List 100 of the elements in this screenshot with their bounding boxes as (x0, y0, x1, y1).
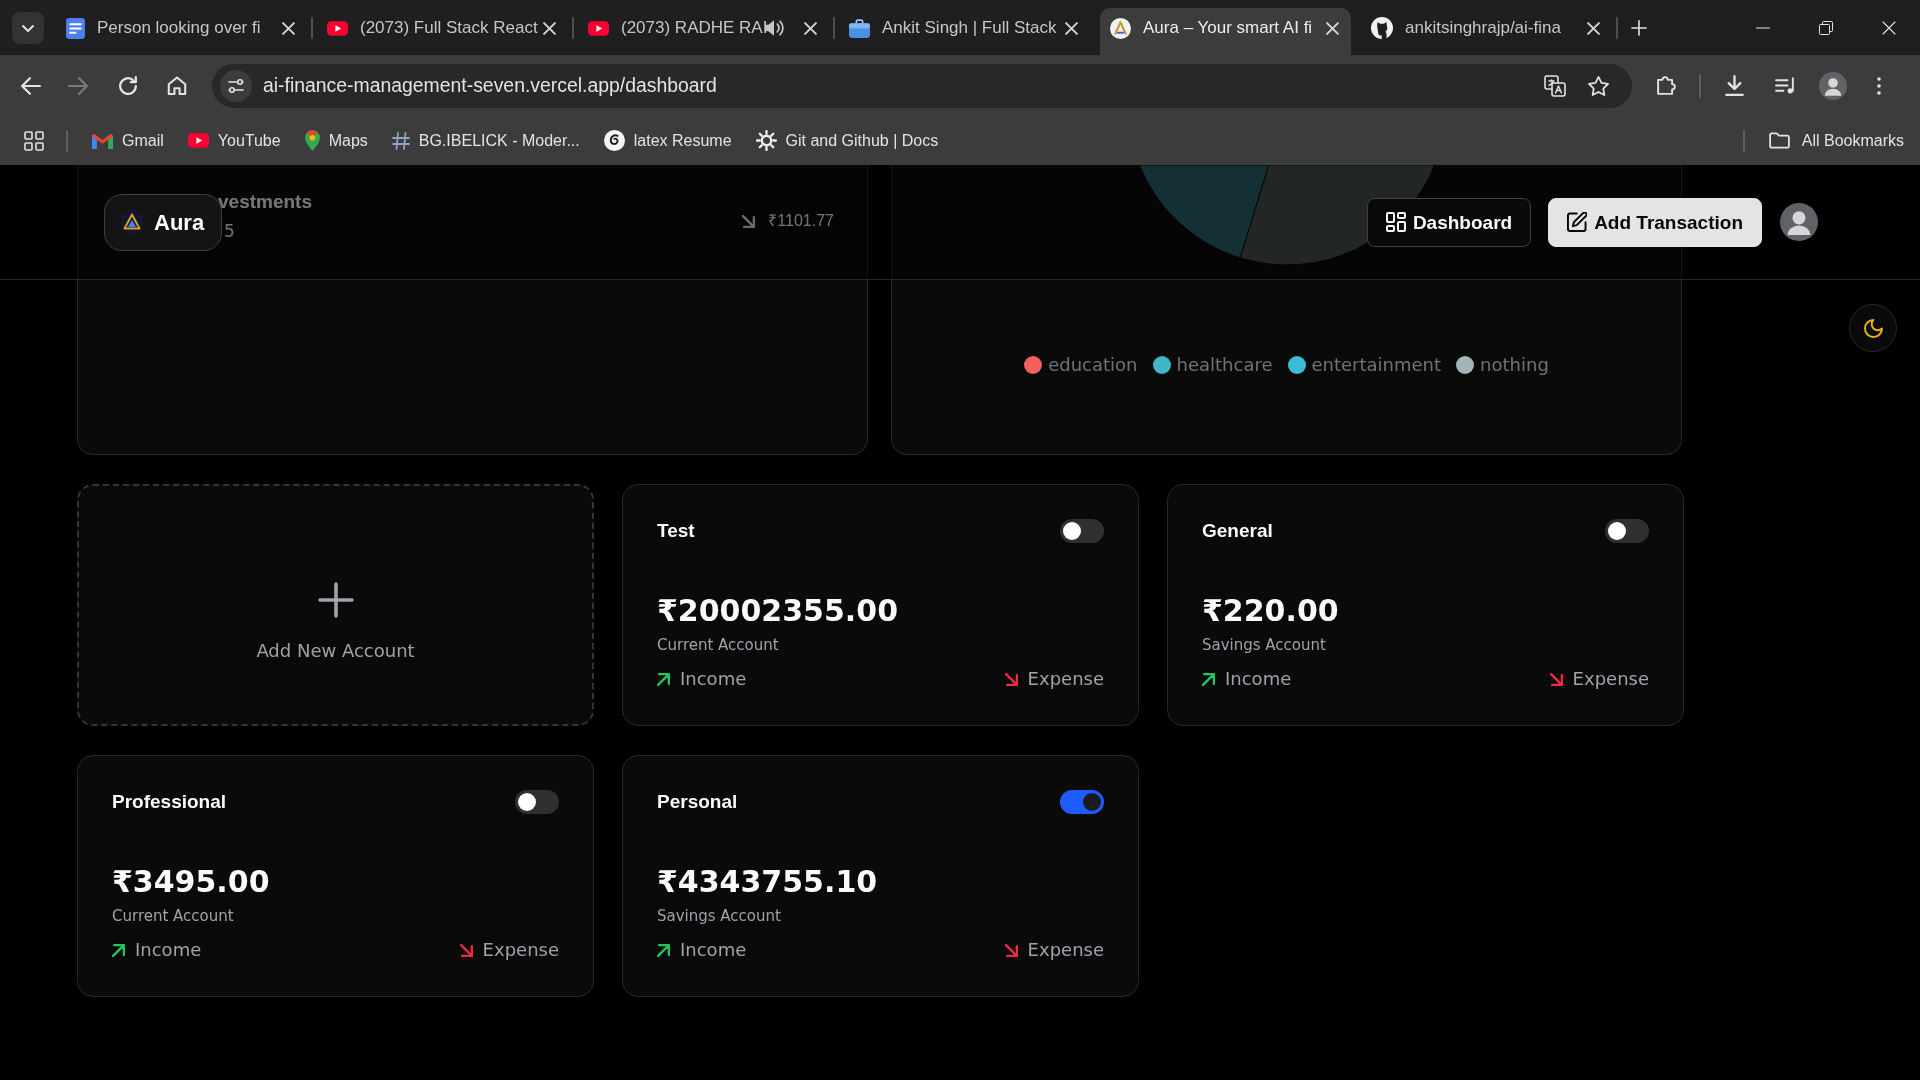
bookmark-link[interactable]: Maps (304, 128, 368, 153)
add-account-card[interactable]: Add New Account (77, 484, 594, 726)
legend-label: entertainment (1311, 353, 1442, 377)
pen-square-icon (1567, 212, 1588, 232)
toggle-switch[interactable] (1060, 790, 1104, 814)
avatar-icon[interactable] (1819, 71, 1847, 100)
address-bar[interactable]: ai-finance-management-seven.vercel.app/dashboard (212, 63, 1632, 108)
account-name: Test (657, 519, 695, 543)
income-label: Income (135, 938, 202, 962)
account-balance: ₹20002355.00 (657, 593, 899, 629)
gear-icon (755, 130, 777, 151)
avatar-icon[interactable] (1780, 203, 1818, 241)
swirl-icon (603, 130, 625, 151)
close-icon[interactable] (282, 21, 295, 35)
arrow-down-right-icon (1549, 672, 1563, 686)
new-tab-icon[interactable] (1631, 19, 1647, 36)
account-balance: ₹220.00 (1202, 593, 1340, 629)
arrow-down-right-icon (1004, 672, 1018, 686)
star-icon[interactable] (1588, 75, 1609, 96)
close-icon[interactable] (1881, 20, 1896, 35)
dashboard-button[interactable]: Dashboard (1366, 197, 1532, 247)
arrow-down-right-icon (742, 214, 756, 228)
income-label: Income (1225, 667, 1292, 691)
browser-tab[interactable]: Ankit Singh | Full Stack (839, 8, 1090, 55)
video-play-icon (327, 20, 348, 36)
hash-icon (391, 131, 410, 150)
expense-label: Expense (482, 938, 559, 962)
toggle-switch[interactable] (1605, 519, 1649, 543)
site-settings-icon[interactable] (220, 69, 252, 102)
menu-icon[interactable] (1877, 76, 1881, 95)
apps-grid-icon[interactable] (24, 130, 44, 151)
income-label: Income (680, 667, 747, 691)
bookmark-link[interactable]: latex Resume (603, 128, 732, 153)
arrow-up-right-icon (657, 943, 670, 957)
back-icon[interactable] (21, 76, 41, 95)
triangle-logo-icon (120, 210, 144, 234)
video-play-icon (187, 133, 209, 148)
folder-icon (1768, 132, 1790, 149)
download-icon[interactable] (1725, 75, 1744, 96)
puzzle-icon[interactable] (1657, 75, 1677, 96)
toggle-switch[interactable] (1060, 519, 1104, 543)
legend-label: education (1048, 353, 1138, 377)
close-icon[interactable] (1587, 21, 1600, 35)
chevron-down-icon[interactable] (12, 11, 44, 44)
income-label: Income (680, 938, 747, 962)
arrow-down-right-icon (459, 943, 473, 957)
reload-icon[interactable] (119, 76, 137, 95)
arrow-up-right-icon (1202, 672, 1215, 686)
account-type: Savings Account (657, 906, 782, 926)
bookmark-link[interactable]: YouTube (187, 128, 281, 153)
all-bookmarks-button[interactable]: All Bookmarks (1768, 128, 1904, 153)
expense-label: Expense (1572, 667, 1649, 691)
toggle-switch[interactable] (515, 790, 559, 814)
account-type: Current Account (657, 635, 780, 655)
arrow-down-right-icon (1004, 943, 1018, 957)
account-name: Personal (657, 790, 738, 814)
document-icon (66, 17, 85, 39)
account-name: General (1202, 519, 1273, 543)
account-balance: ₹4343755.10 (657, 864, 879, 900)
browser-tab[interactable]: (2073) RADHE RAI (578, 8, 829, 55)
add-transaction-button[interactable]: Add Transaction (1548, 197, 1762, 247)
briefcase-icon (849, 18, 870, 38)
legend-label: nothing (1480, 353, 1549, 377)
transaction-date: 5 (224, 220, 235, 242)
envelope-icon (92, 132, 113, 149)
home-icon[interactable] (167, 76, 187, 95)
circle-logo-icon (1110, 17, 1131, 39)
account-type: Savings Account (1202, 635, 1327, 655)
minimize-icon[interactable] (1755, 26, 1770, 29)
speaker-icon[interactable] (764, 19, 784, 37)
close-icon[interactable] (804, 21, 817, 35)
close-icon[interactable] (543, 21, 556, 35)
close-icon[interactable] (1326, 21, 1339, 35)
cat-logo-icon (1371, 17, 1393, 39)
account-type: Current Account (112, 906, 235, 926)
translate-icon[interactable] (1544, 74, 1566, 97)
account-balance: ₹3495.00 (112, 864, 271, 900)
bookmark-link[interactable]: Git and Github | Docs (755, 128, 939, 153)
bookmark-link[interactable]: BG.IBELICK - Moder... (391, 128, 580, 153)
video-play-icon (588, 20, 609, 36)
bookmark-link[interactable]: Gmail (92, 128, 164, 153)
account-name: Professional (112, 790, 227, 814)
theme-toggle-button[interactable] (1849, 304, 1897, 352)
expense-label: Expense (1027, 938, 1104, 962)
close-icon[interactable] (1065, 21, 1078, 35)
media-queue-icon[interactable] (1775, 77, 1796, 94)
transaction-amount: ₹1101.77 (768, 211, 834, 231)
expense-label: Expense (1027, 667, 1104, 691)
plus-icon (317, 582, 354, 618)
browser-tab[interactable]: Aura – Your smart AI fi (1100, 8, 1351, 55)
arrow-up-right-icon (112, 943, 125, 957)
restore-icon[interactable] (1818, 20, 1833, 35)
map-pin-icon (304, 130, 320, 151)
browser-tab[interactable]: Person looking over fi (56, 8, 307, 55)
legend-label: healthcare (1176, 353, 1273, 377)
moon-icon (1863, 318, 1883, 338)
browser-tab[interactable]: (2073) Full Stack React (317, 8, 568, 55)
arrow-up-right-icon (657, 672, 670, 686)
browser-tab[interactable]: ankitsinghrajp/ai-fina (1361, 8, 1612, 55)
dashboard-grid-icon (1385, 212, 1406, 232)
